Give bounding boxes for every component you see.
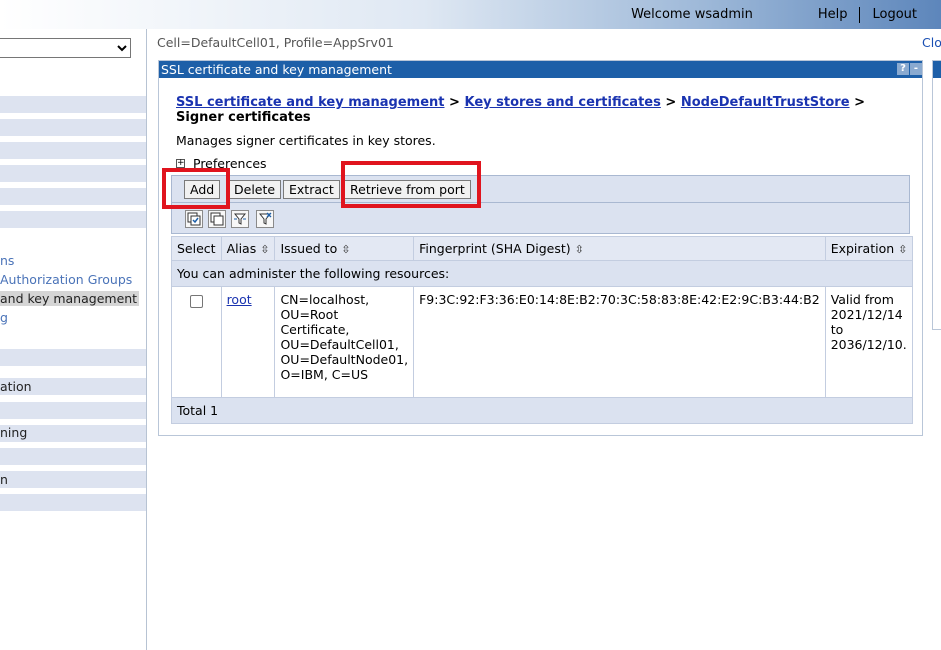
- sort-icon[interactable]: ⇳: [341, 243, 350, 256]
- sort-icon[interactable]: ⇳: [260, 243, 269, 256]
- breadcrumb-ssl-link[interactable]: SSL certificate and key management: [176, 95, 445, 110]
- breadcrumb-truststore-link[interactable]: NodeDefaultTrustStore: [681, 95, 850, 110]
- breadcrumb-separator: >: [449, 95, 460, 110]
- extract-button[interactable]: Extract: [283, 180, 340, 199]
- select-cell: [171, 286, 222, 398]
- scope-text: Cell=DefaultCell01, Profile=AppSrv01: [157, 35, 394, 50]
- add-button-highlight: [162, 168, 230, 209]
- issued-to-cell: CN=localhost, OU=Root Certificate, OU=De…: [274, 286, 415, 398]
- banner-links: Welcome wsadmin Help Logout: [621, 0, 941, 29]
- admin-resources-row: You can administer the following resourc…: [170, 260, 914, 287]
- nav-band[interactable]: [0, 118, 146, 136]
- help-icon[interactable]: ?: [897, 63, 909, 75]
- breadcrumb-separator: >: [854, 95, 865, 110]
- deselect-all-icon[interactable]: [208, 210, 226, 228]
- nav-item-logging[interactable]: g: [0, 310, 8, 325]
- nav-band[interactable]: [0, 210, 146, 228]
- logout-link[interactable]: Logout: [862, 7, 941, 22]
- close-page-link[interactable]: Clo: [922, 35, 941, 50]
- total-row: Total 1: [170, 397, 914, 424]
- nav-band[interactable]: [0, 95, 146, 113]
- nav-band[interactable]: [0, 348, 146, 366]
- column-header-fingerprint[interactable]: Fingerprint (SHA Digest) ⇳: [413, 236, 826, 261]
- delete-button[interactable]: Delete: [228, 180, 282, 199]
- alias-cell: root: [220, 286, 276, 398]
- breadcrumb-keystores-link[interactable]: Key stores and certificates: [464, 95, 660, 110]
- fingerprint-cell: F9:3C:92:F3:36:E0:14:8E:B2:70:3C:58:83:8…: [413, 286, 826, 398]
- table-icon-bar: [171, 203, 910, 234]
- nav-band[interactable]: [0, 141, 146, 159]
- alias-link[interactable]: root: [227, 292, 252, 307]
- button-bar: Add Delete Extract Retrieve from port: [171, 175, 910, 203]
- welcome-text: Welcome wsadmin: [631, 7, 753, 22]
- breadcrumb-separator: >: [665, 95, 677, 110]
- signer-certificates-table: Select Alias ⇳ Issued to ⇳ Fingerprint (SH…: [170, 236, 914, 424]
- minimize-icon[interactable]: -: [910, 63, 922, 75]
- nav-band[interactable]: [0, 401, 146, 419]
- left-navigation: ns Authorization Groups and key manageme…: [0, 29, 147, 650]
- expiration-cell: Valid from 2021/12/14 to 2036/12/10.: [824, 286, 914, 398]
- row-checkbox[interactable]: [190, 295, 203, 308]
- breadcrumb: SSL certificate and key management > Key…: [176, 95, 876, 125]
- page-description: Manages signer certificates in key store…: [176, 133, 436, 148]
- breadcrumb-current: Signer certificates: [176, 110, 311, 125]
- portlet-title: SSL certificate and key management: [161, 62, 392, 77]
- show-filter-icon[interactable]: [231, 210, 249, 228]
- nav-item-ssl-key-management[interactable]: and key management: [0, 291, 140, 306]
- retrieve-button-highlight: [341, 161, 481, 208]
- view-select[interactable]: [0, 38, 131, 58]
- help-portlet: [932, 60, 941, 330]
- top-banner: Welcome wsadmin Help Logout: [0, 0, 941, 29]
- column-header-expiration[interactable]: Expiration ⇳: [824, 236, 914, 261]
- clear-filter-icon[interactable]: [256, 210, 274, 228]
- select-all-icon[interactable]: [185, 210, 203, 228]
- admin-resources-text: You can administer the following resourc…: [170, 260, 914, 287]
- nav-band[interactable]: [0, 187, 146, 205]
- nav-band[interactable]: [0, 470, 146, 488]
- nav-item-monitoring[interactable]: ning: [0, 425, 27, 440]
- nav-item-administration[interactable]: ation: [0, 379, 32, 394]
- table-row: root CN=localhost, OU=Root Certificate, …: [171, 286, 914, 398]
- nav-item-applications[interactable]: ns: [0, 253, 14, 268]
- nav-item-authorization-groups[interactable]: Authorization Groups: [0, 272, 132, 287]
- nav-band[interactable]: [0, 164, 146, 182]
- column-header-alias[interactable]: Alias ⇳: [220, 236, 276, 261]
- help-link[interactable]: Help: [808, 7, 858, 22]
- nav-band[interactable]: [0, 447, 146, 465]
- table-header-row: Select Alias ⇳ Issued to ⇳ Fingerprint (SH…: [171, 236, 914, 261]
- column-header-issued-to[interactable]: Issued to ⇳: [274, 236, 415, 261]
- nav-item-integration[interactable]: n: [0, 472, 8, 487]
- banner-separator: [859, 6, 861, 23]
- column-header-select: Select: [171, 236, 222, 261]
- expand-icon[interactable]: +: [176, 159, 185, 168]
- nav-band[interactable]: [0, 493, 146, 511]
- sort-icon[interactable]: ⇳: [898, 243, 907, 256]
- portlet-title-bar: SSL certificate and key management ? -: [159, 61, 922, 78]
- help-portlet-title-bar: [933, 61, 941, 78]
- total-text: Total 1: [170, 397, 914, 424]
- sort-icon[interactable]: ⇳: [575, 243, 584, 256]
